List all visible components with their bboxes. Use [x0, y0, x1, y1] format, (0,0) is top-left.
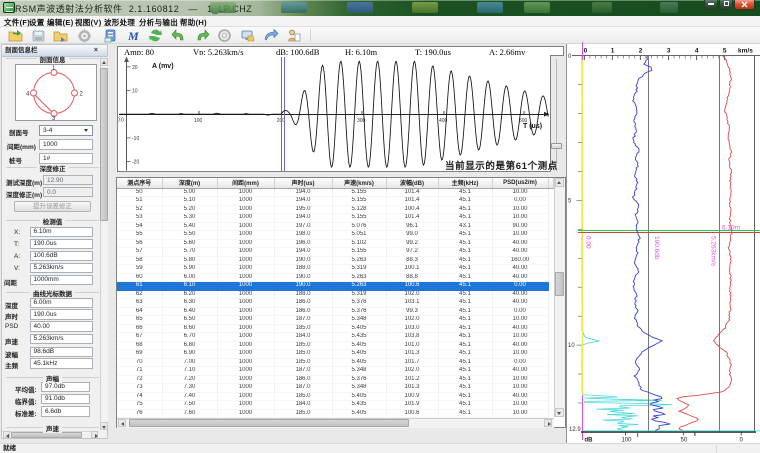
svg-text:100: 100 — [194, 118, 203, 124]
svg-text:5: 5 — [723, 48, 727, 55]
svg-text:4: 4 — [695, 48, 699, 55]
svg-text:A (mv): A (mv) — [152, 63, 174, 70]
svg-text:10: 10 — [132, 89, 138, 95]
svg-text:-10: -10 — [132, 136, 139, 142]
svg-text:20: 20 — [132, 65, 138, 71]
svg-text:km/s: km/s — [738, 48, 753, 55]
svg-text:5.263km/s: 5.263km/s — [710, 236, 717, 267]
svg-text:200: 200 — [277, 118, 286, 124]
svg-text:5: 5 — [568, 198, 572, 204]
svg-text:T (us): T (us) — [523, 123, 542, 130]
svg-text:0: 0 — [568, 54, 572, 60]
svg-text:0.0: 0.0 — [118, 118, 124, 124]
svg-text:10: 10 — [568, 343, 575, 349]
svg-text:2: 2 — [80, 92, 84, 98]
svg-text:12.9: 12.9 — [569, 427, 581, 433]
svg-text:2: 2 — [639, 48, 643, 55]
svg-text:M: M — [127, 29, 139, 43]
svg-text:0: 0 — [584, 48, 588, 55]
svg-text:0.00: 0.00 — [585, 236, 592, 249]
svg-text:4: 4 — [26, 92, 30, 98]
svg-text:100.6db: 100.6db — [653, 236, 660, 260]
svg-text:-20: -20 — [132, 160, 139, 166]
svg-text:1: 1 — [611, 48, 615, 55]
svg-text:3: 3 — [667, 48, 671, 55]
